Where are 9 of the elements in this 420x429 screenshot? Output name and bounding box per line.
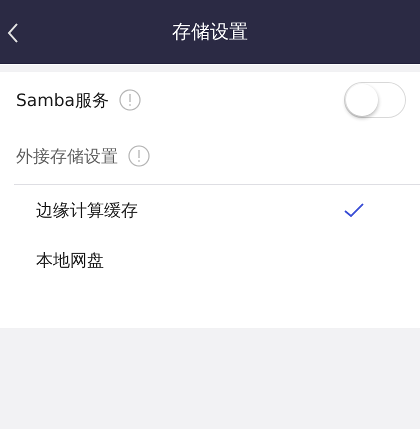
info-icon[interactable] <box>118 89 141 111</box>
page-title: 存储设置 <box>172 20 248 45</box>
samba-label: Samba服务 <box>16 90 109 112</box>
back-icon[interactable] <box>6 22 20 44</box>
storage-option[interactable]: 边缘计算缓存 <box>36 198 344 222</box>
toggle-switch[interactable] <box>344 82 406 118</box>
storage-option[interactable]: 本地网盘 <box>36 248 364 272</box>
section-label: 外接存储设置 <box>16 146 118 168</box>
info-icon[interactable] <box>128 145 150 167</box>
